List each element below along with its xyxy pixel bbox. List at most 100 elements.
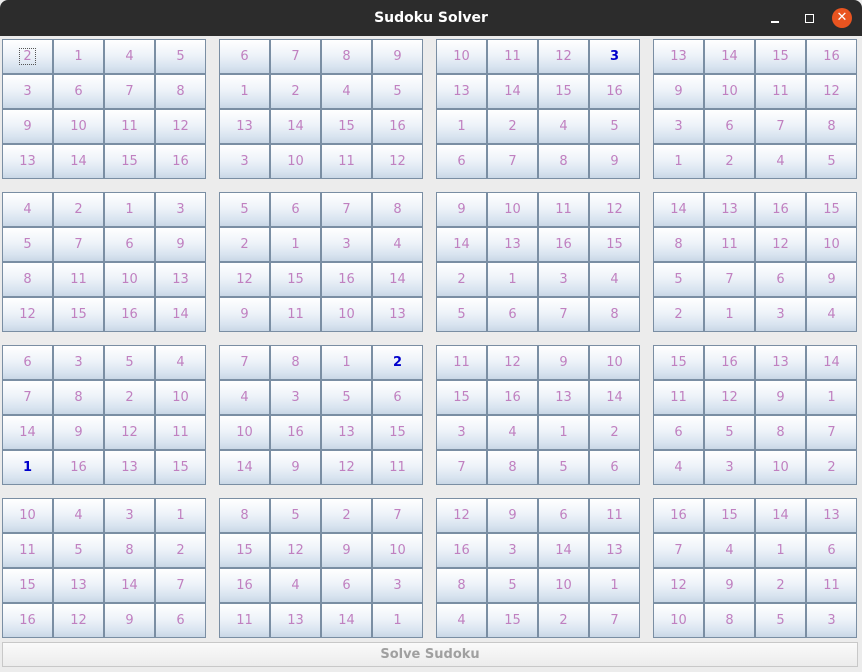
grid-cell[interactable]: 7 — [487, 144, 538, 179]
grid-cell[interactable]: 7 — [704, 262, 755, 297]
grid-cell[interactable]: 10 — [219, 415, 270, 450]
grid-cell[interactable]: 2 — [653, 297, 704, 332]
grid-cell[interactable]: 13 — [321, 415, 372, 450]
grid-cell[interactable]: 12 — [806, 74, 857, 109]
grid-cell[interactable]: 14 — [270, 109, 321, 144]
grid-cell[interactable]: 14 — [436, 227, 487, 262]
grid-cell[interactable]: 1 — [155, 498, 206, 533]
grid-cell[interactable]: 1 — [2, 450, 53, 485]
grid-cell[interactable]: 3 — [538, 262, 589, 297]
grid-cell[interactable]: 14 — [755, 498, 806, 533]
grid-cell[interactable]: 7 — [372, 498, 423, 533]
grid-cell[interactable]: 2 — [806, 450, 857, 485]
grid-cell[interactable]: 4 — [321, 74, 372, 109]
grid-cell[interactable]: 11 — [372, 450, 423, 485]
grid-cell[interactable]: 7 — [53, 227, 104, 262]
grid-cell[interactable]: 8 — [704, 603, 755, 638]
grid-cell[interactable]: 5 — [806, 144, 857, 179]
grid-cell[interactable]: 6 — [653, 415, 704, 450]
grid-cell[interactable]: 11 — [653, 380, 704, 415]
grid-cell[interactable]: 1 — [53, 39, 104, 74]
grid-cell[interactable]: 2 — [589, 415, 640, 450]
grid-cell[interactable]: 13 — [155, 262, 206, 297]
grid-cell[interactable]: 8 — [538, 144, 589, 179]
grid-cell[interactable]: 9 — [487, 498, 538, 533]
grid-cell[interactable]: 13 — [755, 345, 806, 380]
close-button[interactable]: ✕ — [832, 8, 852, 28]
grid-cell[interactable]: 7 — [436, 450, 487, 485]
grid-cell[interactable]: 6 — [53, 74, 104, 109]
grid-cell[interactable]: 9 — [104, 603, 155, 638]
grid-cell[interactable]: 13 — [270, 603, 321, 638]
grid-cell[interactable]: 16 — [321, 262, 372, 297]
grid-cell[interactable]: 11 — [806, 568, 857, 603]
grid-cell[interactable]: 15 — [436, 380, 487, 415]
grid-cell[interactable]: 14 — [155, 297, 206, 332]
grid-cell[interactable]: 3 — [155, 192, 206, 227]
grid-cell[interactable]: 11 — [155, 415, 206, 450]
grid-cell[interactable]: 9 — [270, 450, 321, 485]
grid-cell[interactable]: 6 — [155, 603, 206, 638]
grid-cell[interactable]: 4 — [487, 415, 538, 450]
grid-cell[interactable]: 8 — [321, 39, 372, 74]
grid-cell[interactable]: 1 — [372, 603, 423, 638]
grid-cell[interactable]: 7 — [270, 39, 321, 74]
grid-cell[interactable]: 15 — [653, 345, 704, 380]
grid-cell[interactable]: 4 — [2, 192, 53, 227]
grid-cell[interactable]: 13 — [219, 109, 270, 144]
grid-cell[interactable]: 3 — [806, 603, 857, 638]
grid-cell[interactable]: 11 — [755, 74, 806, 109]
grid-cell[interactable]: 10 — [321, 297, 372, 332]
grid-cell[interactable]: 15 — [704, 498, 755, 533]
grid-cell[interactable]: 1 — [321, 345, 372, 380]
grid-cell[interactable]: 8 — [270, 345, 321, 380]
grid-cell[interactable]: 11 — [53, 262, 104, 297]
grid-cell[interactable]: 8 — [755, 415, 806, 450]
grid-cell[interactable]: 9 — [653, 74, 704, 109]
grid-cell[interactable]: 4 — [104, 39, 155, 74]
grid-cell[interactable]: 1 — [538, 415, 589, 450]
grid-cell[interactable]: 14 — [538, 533, 589, 568]
grid-cell[interactable]: 9 — [806, 262, 857, 297]
grid-cell[interactable]: 3 — [704, 450, 755, 485]
grid-cell[interactable]: 5 — [219, 192, 270, 227]
grid-cell[interactable]: 10 — [372, 533, 423, 568]
grid-cell[interactable]: 1 — [755, 533, 806, 568]
grid-cell[interactable]: 3 — [321, 227, 372, 262]
grid-cell[interactable]: 14 — [2, 415, 53, 450]
grid-cell[interactable]: 11 — [589, 498, 640, 533]
grid-cell[interactable]: 4 — [270, 568, 321, 603]
grid-cell[interactable]: 3 — [755, 297, 806, 332]
grid-cell[interactable]: 8 — [806, 109, 857, 144]
grid-cell[interactable]: 15 — [219, 533, 270, 568]
grid-cell[interactable]: 6 — [487, 297, 538, 332]
grid-cell[interactable]: 3 — [53, 345, 104, 380]
grid-cell[interactable]: 4 — [755, 144, 806, 179]
grid-cell[interactable]: 1 — [589, 568, 640, 603]
grid-cell[interactable]: 8 — [653, 227, 704, 262]
grid-cell[interactable]: 6 — [270, 192, 321, 227]
grid-cell[interactable]: 1 — [487, 262, 538, 297]
grid-cell[interactable]: 1 — [806, 380, 857, 415]
grid-cell[interactable]: 3 — [372, 568, 423, 603]
grid-cell[interactable]: 10 — [2, 498, 53, 533]
grid-cell[interactable]: 4 — [538, 109, 589, 144]
grid-cell[interactable]: 12 — [487, 345, 538, 380]
grid-cell[interactable]: 11 — [219, 603, 270, 638]
grid-cell[interactable]: 13 — [372, 297, 423, 332]
grid-cell[interactable]: 14 — [104, 568, 155, 603]
grid-cell[interactable]: 6 — [538, 498, 589, 533]
grid-cell[interactable]: 13 — [538, 380, 589, 415]
minimize-button[interactable] — [765, 8, 785, 28]
grid-cell[interactable]: 16 — [806, 39, 857, 74]
solve-sudoku-button[interactable]: Solve Sudoku — [2, 642, 858, 667]
grid-cell[interactable]: 16 — [704, 345, 755, 380]
grid-cell[interactable]: 14 — [589, 380, 640, 415]
grid-cell[interactable]: 3 — [219, 144, 270, 179]
grid-cell[interactable]: 9 — [53, 415, 104, 450]
grid-cell[interactable]: 7 — [2, 380, 53, 415]
grid-cell[interactable]: 7 — [538, 297, 589, 332]
grid-cell[interactable]: 4 — [219, 380, 270, 415]
grid-cell[interactable]: 8 — [155, 74, 206, 109]
grid-cell[interactable]: 2 — [53, 192, 104, 227]
